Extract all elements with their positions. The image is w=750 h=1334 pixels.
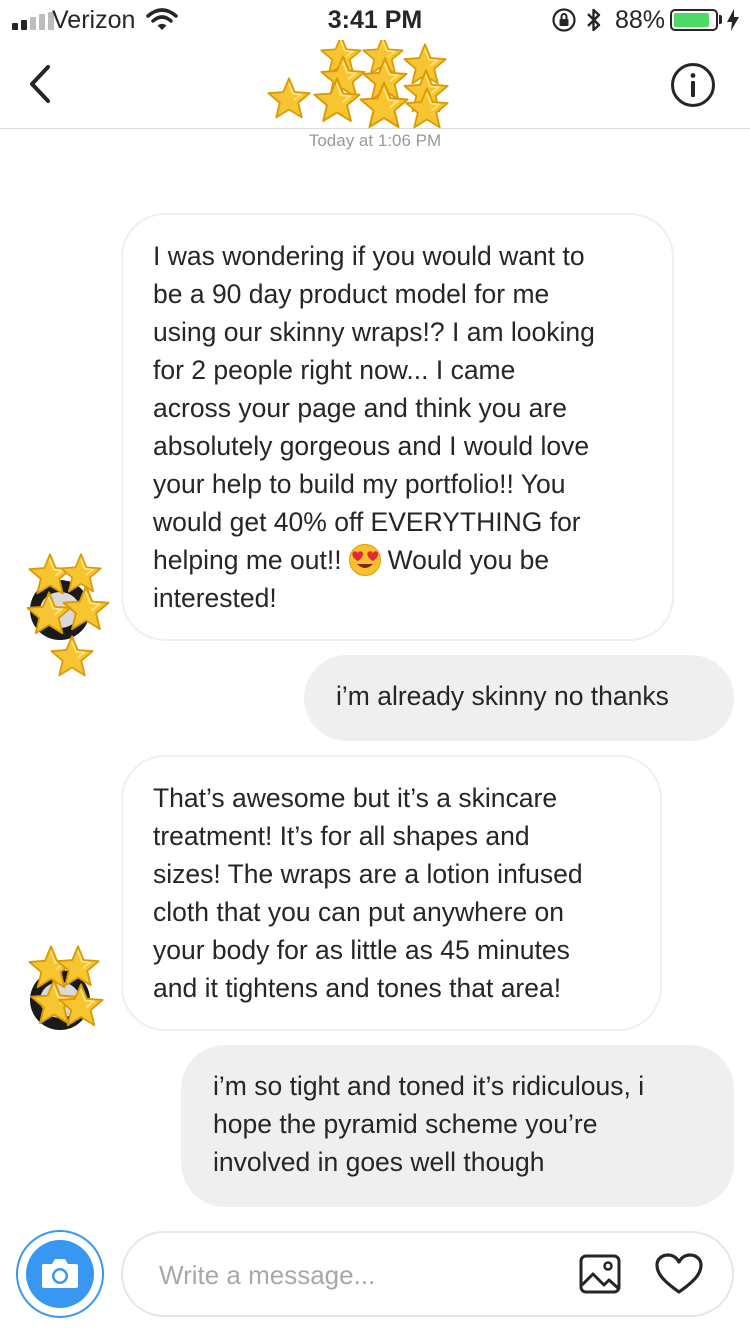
outgoing-message-bubble[interactable]: i’m so tight and toned it’s ridiculous, … <box>181 1045 734 1207</box>
message-line: using our skinny wraps!? I am looking <box>153 317 595 347</box>
camera-button[interactable] <box>16 1230 104 1318</box>
incoming-message-bubble[interactable]: I was wondering if you would want to be … <box>121 213 674 641</box>
message-timestamp: Today at 1:06 PM <box>308 131 442 150</box>
star-emoji-cluster[interactable] <box>265 40 455 132</box>
message-line-with-emoji: helping me out!! Would you be <box>153 541 642 579</box>
message-line: absolutely gorgeous and I would love <box>153 431 590 461</box>
charging-icon <box>727 9 739 31</box>
info-icon[interactable] <box>670 62 716 108</box>
image-icon[interactable] <box>578 1252 622 1296</box>
star-emoji-cluster <box>28 945 104 1027</box>
message-line: I was wondering if you would want to <box>153 241 585 271</box>
star-emoji-cluster <box>26 553 110 677</box>
message-line: and it tightens and tones that area! <box>153 973 562 1003</box>
message-line: interested! <box>153 583 277 613</box>
camera-button-fill <box>26 1240 94 1308</box>
orientation-lock-icon <box>552 8 576 32</box>
message-line: That’s awesome but it’s a skincare <box>153 783 558 813</box>
battery-percent: 88% <box>615 6 666 34</box>
message-line: sizes! The wraps are a lotion infused <box>153 859 583 889</box>
message-line: your help to build my portfolio!! You <box>153 469 566 499</box>
incoming-message-bubble[interactable]: That’s awesome but it’s a skincare treat… <box>121 755 662 1031</box>
message-line: cloth that you can put anywhere on <box>153 897 565 927</box>
conversation-header <box>0 40 750 129</box>
message-line: across your page and think you are <box>153 393 567 423</box>
message-text: Would you be <box>387 545 550 575</box>
bluetooth-icon <box>587 8 601 32</box>
message-line: i’m so tight and toned it’s ridiculous, … <box>213 1071 645 1101</box>
message-line: i’m already skinny no thanks <box>336 681 669 711</box>
camera-icon <box>42 1259 78 1288</box>
message-line: for 2 people right now... I came <box>153 355 516 385</box>
message-composer <box>121 1231 734 1317</box>
back-button[interactable] <box>22 62 62 106</box>
message-line: hope the pyramid scheme you’re <box>213 1109 598 1139</box>
message-line: be a 90 day product model for me <box>153 279 550 309</box>
heart-eyes-emoji-icon <box>348 544 381 576</box>
message-text: helping me out!! <box>153 545 342 575</box>
message-line: would get 40% off EVERYTHING for <box>153 507 581 537</box>
heart-icon[interactable] <box>654 1252 704 1296</box>
battery-icon <box>670 9 718 31</box>
message-input[interactable] <box>159 1255 559 1295</box>
message-line: your body for as little as 45 minutes <box>153 935 570 965</box>
battery-tip <box>719 15 722 24</box>
message-line: involved in goes well though <box>213 1147 545 1177</box>
outgoing-message-bubble[interactable]: i’m already skinny no thanks <box>304 655 734 741</box>
status-bar: Verizon 3:41 PM 88% <box>0 0 750 40</box>
message-line: treatment! It’s for all shapes and <box>153 821 530 851</box>
